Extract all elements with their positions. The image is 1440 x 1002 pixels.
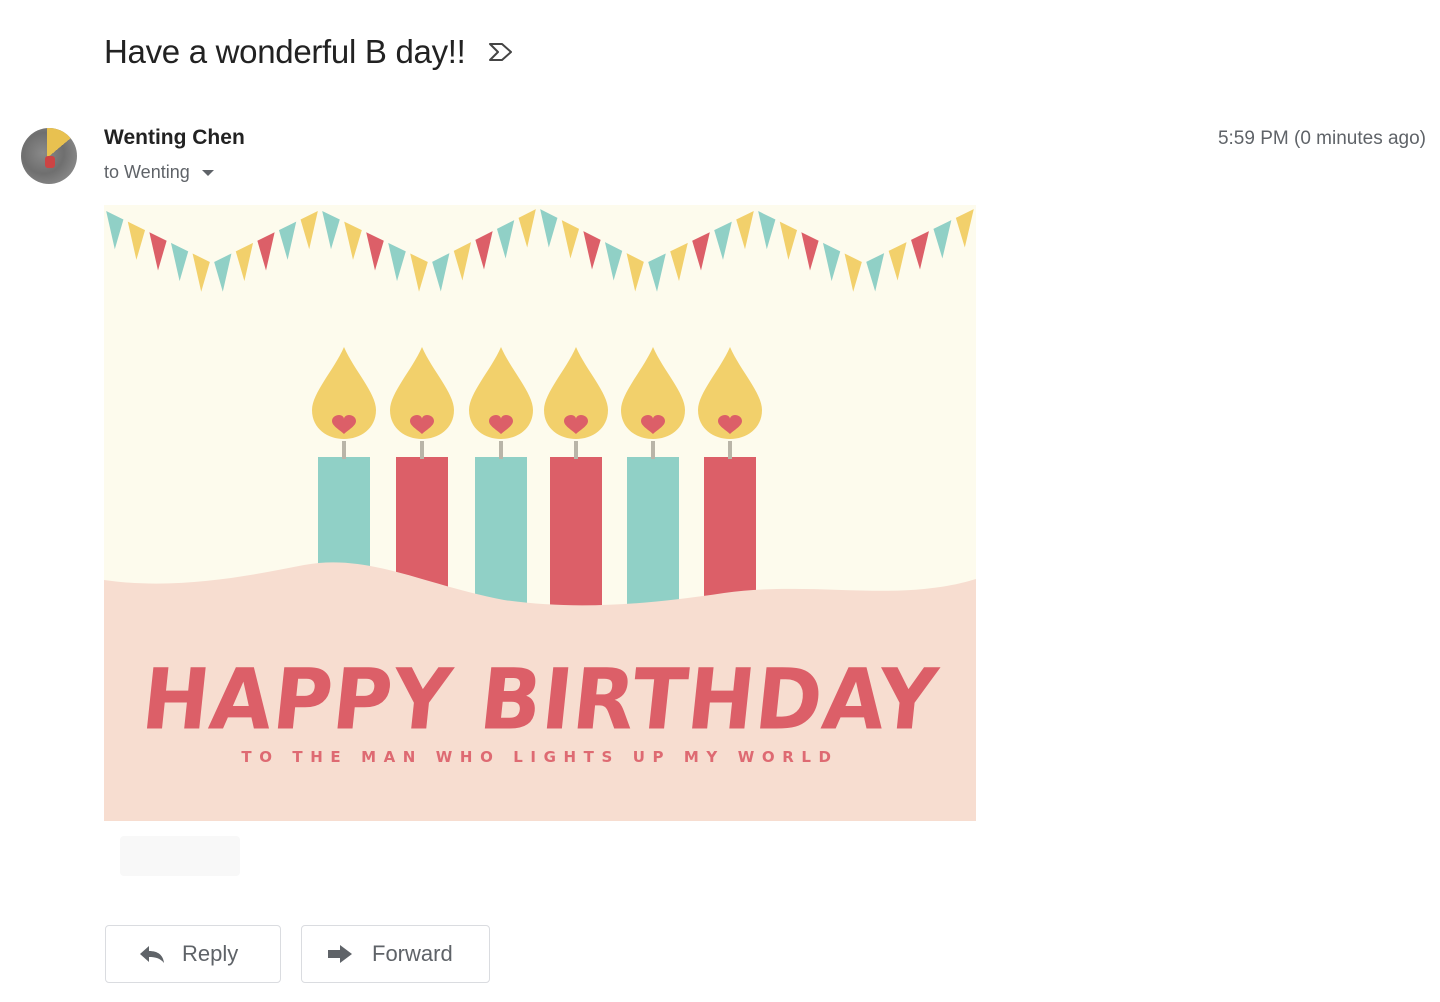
candle-wick <box>420 441 424 459</box>
card-subtitle: TO THE MAN WHO LIGHTS UP MY WORLD <box>241 748 839 766</box>
candle-wick <box>342 441 346 459</box>
label-arrow-icon[interactable] <box>486 39 516 65</box>
subject-row: Have a wonderful B day!! <box>104 30 516 74</box>
attachment-placeholder <box>120 836 240 876</box>
reply-button[interactable]: Reply <box>105 925 281 983</box>
chevron-down-icon[interactable] <box>201 169 214 176</box>
sender-name[interactable]: Wenting Chen <box>104 126 245 150</box>
recipient-label: to Wenting <box>104 162 190 182</box>
avatar[interactable] <box>21 128 77 184</box>
reply-arrow-icon <box>140 946 164 963</box>
candle-wick <box>499 441 503 459</box>
recipient-line[interactable]: to Wenting <box>104 162 214 183</box>
email-subject: Have a wonderful B day!! <box>104 33 466 70</box>
candle-wick <box>574 441 578 459</box>
reply-label: Reply <box>182 941 239 966</box>
forward-button[interactable]: Forward <box>301 925 490 983</box>
forward-arrow-icon <box>328 945 352 963</box>
avatar-accent <box>47 128 77 158</box>
forward-label: Forward <box>372 941 453 966</box>
card-title: HAPPY BIRTHDAY <box>137 650 943 749</box>
birthday-card-image: HAPPY BIRTHDAY TO THE MAN WHO LIGHTS UP … <box>104 205 976 821</box>
candle-wick <box>728 441 732 459</box>
email-timestamp: 5:59 PM (0 minutes ago) <box>1217 128 1426 149</box>
avatar-detail <box>45 156 55 168</box>
candle-wick <box>651 441 655 459</box>
